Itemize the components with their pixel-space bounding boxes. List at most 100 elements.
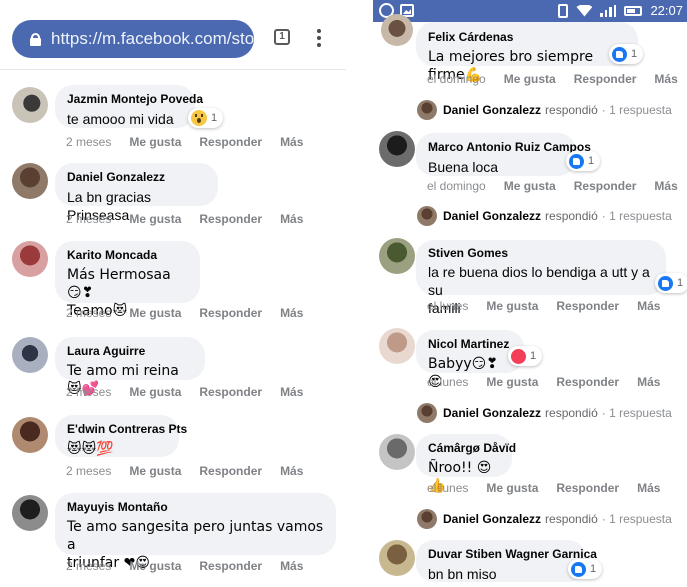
comment-actions: 2 meses Me gusta Responder Más bbox=[66, 385, 321, 399]
more-menu-icon[interactable] bbox=[317, 29, 321, 47]
like-button[interactable]: Me gusta bbox=[504, 72, 556, 86]
avatar[interactable] bbox=[379, 328, 415, 364]
avatar[interactable] bbox=[379, 434, 415, 470]
reaction-count: 1 bbox=[677, 277, 684, 289]
avatar[interactable] bbox=[379, 540, 415, 576]
more-button[interactable]: Más bbox=[280, 559, 303, 573]
wow-reaction-icon bbox=[191, 110, 207, 126]
tab-switcher-button[interactable]: 1 bbox=[274, 29, 290, 45]
more-button[interactable]: Más bbox=[280, 212, 303, 226]
reaction-badge[interactable]: 1 bbox=[568, 559, 603, 579]
comment-time[interactable]: 2 meses bbox=[66, 385, 111, 399]
like-reaction-icon bbox=[658, 275, 673, 291]
replies-link[interactable]: Daniel Gonzalezz respondió · 1 respuesta bbox=[417, 206, 672, 226]
address-bar[interactable]: https://m.facebook.com/stor bbox=[12, 20, 254, 58]
comment-time[interactable]: el lunes bbox=[427, 375, 468, 389]
reaction-badge[interactable]: 1 bbox=[188, 108, 224, 128]
comment-author[interactable]: Nicol Martinez bbox=[428, 337, 512, 352]
comment-text: Te amo sangesita pero juntas vamos a bbox=[67, 519, 324, 553]
more-button[interactable]: Más bbox=[280, 135, 303, 149]
comment-bubble: Duvar Stiben Wagner Garnica bn bn miso bbox=[416, 540, 597, 582]
like-button[interactable]: Me gusta bbox=[486, 375, 538, 389]
comment-author[interactable]: Daniel Gonzalezz bbox=[67, 170, 206, 185]
reply-author: Daniel Gonzalezz bbox=[443, 406, 542, 420]
comment-author[interactable]: E'dwin Contreras Pts bbox=[67, 422, 187, 437]
reply-button[interactable]: Responder bbox=[199, 464, 262, 478]
replies-link[interactable]: Daniel Gonzalezz respondió · 1 respuesta bbox=[417, 403, 672, 423]
reply-button[interactable]: Responder bbox=[199, 135, 262, 149]
comment-author[interactable]: Mayuyis Montaño bbox=[67, 500, 324, 515]
avatar[interactable] bbox=[379, 238, 415, 274]
more-button[interactable]: Más bbox=[280, 464, 303, 478]
comment-time[interactable]: el domingo bbox=[427, 72, 486, 86]
comment-author[interactable]: Laura Aguirre bbox=[67, 344, 193, 359]
like-button[interactable]: Me gusta bbox=[504, 179, 556, 193]
more-button[interactable]: Más bbox=[654, 72, 677, 86]
more-button[interactable]: Más bbox=[280, 306, 303, 320]
reaction-badge[interactable]: 1 bbox=[609, 44, 644, 64]
avatar[interactable] bbox=[12, 241, 48, 277]
more-button[interactable]: Más bbox=[654, 179, 677, 193]
reply-button[interactable]: Responder bbox=[556, 375, 619, 389]
vibrate-icon bbox=[558, 3, 569, 18]
avatar[interactable] bbox=[12, 495, 48, 531]
more-button[interactable]: Más bbox=[637, 299, 660, 313]
more-button[interactable]: Más bbox=[637, 481, 660, 495]
comment-author[interactable]: Stiven Gomes bbox=[428, 246, 654, 261]
like-button[interactable]: Me gusta bbox=[486, 299, 538, 313]
reply-verb: respondió bbox=[545, 103, 598, 117]
reply-button[interactable]: Responder bbox=[574, 179, 637, 193]
reaction-badge[interactable]: 1 bbox=[508, 346, 543, 366]
reply-button[interactable]: Responder bbox=[199, 306, 262, 320]
avatar[interactable] bbox=[12, 417, 48, 453]
avatar[interactable] bbox=[12, 337, 48, 373]
comment-time[interactable]: 2 meses bbox=[66, 212, 111, 226]
comment-author[interactable]: Felix Cárdenas bbox=[428, 30, 626, 45]
replies-link[interactable]: Daniel Gonzalezz respondió · 1 respuesta bbox=[417, 509, 672, 529]
avatar[interactable] bbox=[381, 14, 413, 46]
like-button[interactable]: Me gusta bbox=[129, 212, 181, 226]
like-button[interactable]: Me gusta bbox=[129, 385, 181, 399]
comment-time[interactable]: 2 meses bbox=[66, 559, 111, 573]
like-button[interactable]: Me gusta bbox=[129, 306, 181, 320]
more-button[interactable]: Más bbox=[637, 375, 660, 389]
heart-reaction-icon bbox=[511, 348, 526, 364]
reaction-badge[interactable]: 1 bbox=[655, 273, 687, 293]
like-button[interactable]: Me gusta bbox=[129, 135, 181, 149]
reply-button[interactable]: Responder bbox=[556, 299, 619, 313]
reaction-badge[interactable]: 1 bbox=[566, 151, 601, 171]
comment-time[interactable]: el lunes bbox=[427, 481, 468, 495]
signal-icon bbox=[600, 4, 617, 17]
comment-time[interactable]: 2 meses bbox=[66, 464, 111, 478]
avatar[interactable] bbox=[12, 163, 48, 199]
reply-avatar bbox=[417, 403, 437, 423]
comment-time[interactable]: 2 meses bbox=[66, 306, 111, 320]
comment-author[interactable]: Jazmin Montejo Poveda bbox=[67, 92, 203, 107]
like-button[interactable]: Me gusta bbox=[129, 464, 181, 478]
comment-bubble: Stiven Gomes la re buena dios lo bendiga… bbox=[416, 240, 666, 316]
comment-actions: 2 meses Me gusta Responder Más bbox=[66, 559, 321, 573]
avatar[interactable] bbox=[12, 87, 48, 123]
comment-actions: el domingo Me gusta Responder Más bbox=[427, 72, 687, 86]
reply-button[interactable]: Responder bbox=[199, 385, 262, 399]
comment-author[interactable]: Marco Antonio Ruiz Campos bbox=[428, 140, 591, 155]
comment-time[interactable]: el lunes bbox=[427, 299, 468, 313]
reply-author: Daniel Gonzalezz bbox=[443, 103, 542, 117]
comment-author[interactable]: Karito Moncada bbox=[67, 248, 188, 263]
more-button[interactable]: Más bbox=[280, 385, 303, 399]
replies-link[interactable]: Daniel Gonzalezz respondió · 1 respuesta bbox=[417, 100, 672, 120]
avatar[interactable] bbox=[379, 131, 415, 167]
comment-author[interactable]: Duvar Stiben Wagner Garnica bbox=[428, 547, 597, 562]
reply-button[interactable]: Responder bbox=[556, 481, 619, 495]
url-text: https://m.facebook.com/stor bbox=[51, 29, 254, 48]
reply-avatar bbox=[417, 509, 437, 529]
reply-button[interactable]: Responder bbox=[574, 72, 637, 86]
reply-button[interactable]: Responder bbox=[199, 212, 262, 226]
comment-author[interactable]: Cámârgø Dåvïd bbox=[428, 441, 516, 456]
like-button[interactable]: Me gusta bbox=[129, 559, 181, 573]
like-button[interactable]: Me gusta bbox=[486, 481, 538, 495]
reply-button[interactable]: Responder bbox=[199, 559, 262, 573]
comment-time[interactable]: 2 meses bbox=[66, 135, 111, 149]
reply-verb: respondió bbox=[545, 209, 598, 223]
comment-time[interactable]: el domingo bbox=[427, 179, 486, 193]
